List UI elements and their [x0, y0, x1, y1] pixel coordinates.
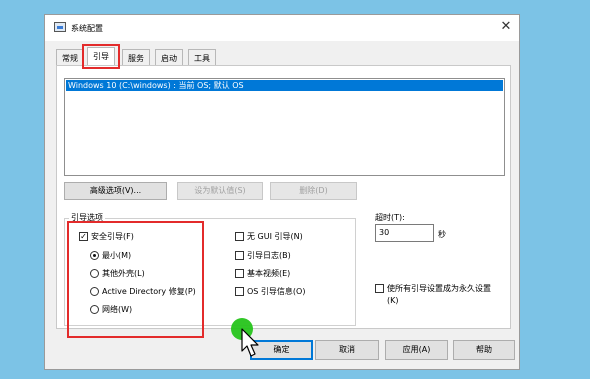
set-default-button[interactable]: 设为默认值(S): [177, 182, 263, 200]
app-icon: [54, 22, 66, 32]
checkbox-icon: [235, 251, 244, 260]
tab-startup[interactable]: 启动: [155, 49, 183, 66]
checkbox-icon: [235, 269, 244, 278]
close-icon[interactable]: ✕: [499, 20, 513, 34]
tab-general[interactable]: 常规: [56, 49, 84, 66]
checkbox-icon: [375, 284, 384, 293]
checkbox-icon: [235, 232, 244, 241]
os-list[interactable]: Windows 10 (C:\windows) : 当前 OS; 默认 OS: [64, 78, 505, 176]
tab-tools[interactable]: 工具: [188, 49, 216, 66]
timeout-label: 超时(T):: [375, 213, 405, 222]
base-video-checkbox[interactable]: 基本视频(E): [235, 268, 290, 279]
cancel-button[interactable]: 取消: [315, 340, 379, 360]
permanent-settings-checkbox[interactable]: 使所有引导设置成为永久设置: [375, 283, 491, 294]
boot-log-label: 引导日志(B): [247, 251, 291, 260]
boot-log-checkbox[interactable]: 引导日志(B): [235, 250, 291, 261]
os-list-item[interactable]: Windows 10 (C:\windows) : 当前 OS; 默认 OS: [66, 80, 503, 91]
os-boot-info-checkbox[interactable]: OS 引导信息(O): [235, 286, 305, 297]
help-button[interactable]: 帮助: [453, 340, 515, 360]
checkbox-icon: [235, 287, 244, 296]
tab-services[interactable]: 服务: [122, 49, 150, 66]
no-gui-boot-checkbox[interactable]: 无 GUI 引导(N): [235, 231, 303, 242]
boot-tab-highlight: [82, 44, 120, 69]
window-title: 系统配置: [71, 24, 103, 33]
base-video-label: 基本视频(E): [247, 269, 291, 278]
permanent-settings-label: 使所有引导设置成为永久设置: [387, 284, 491, 293]
delete-button[interactable]: 删除(D): [270, 182, 357, 200]
os-boot-info-label: OS 引导信息(O): [247, 287, 306, 296]
timeout-input[interactable]: 30: [375, 224, 434, 242]
mouse-pointer-icon: [241, 328, 259, 357]
apply-button[interactable]: 应用(A): [385, 340, 448, 360]
permanent-settings-key: (K): [387, 296, 399, 305]
advanced-options-button[interactable]: 高级选项(V)...: [64, 182, 167, 200]
title-bar: 系统配置 ✕: [45, 15, 519, 41]
no-gui-boot-label: 无 GUI 引导(N): [247, 232, 303, 241]
safe-boot-highlight: [67, 221, 204, 338]
timeout-unit: 秒: [438, 230, 446, 239]
